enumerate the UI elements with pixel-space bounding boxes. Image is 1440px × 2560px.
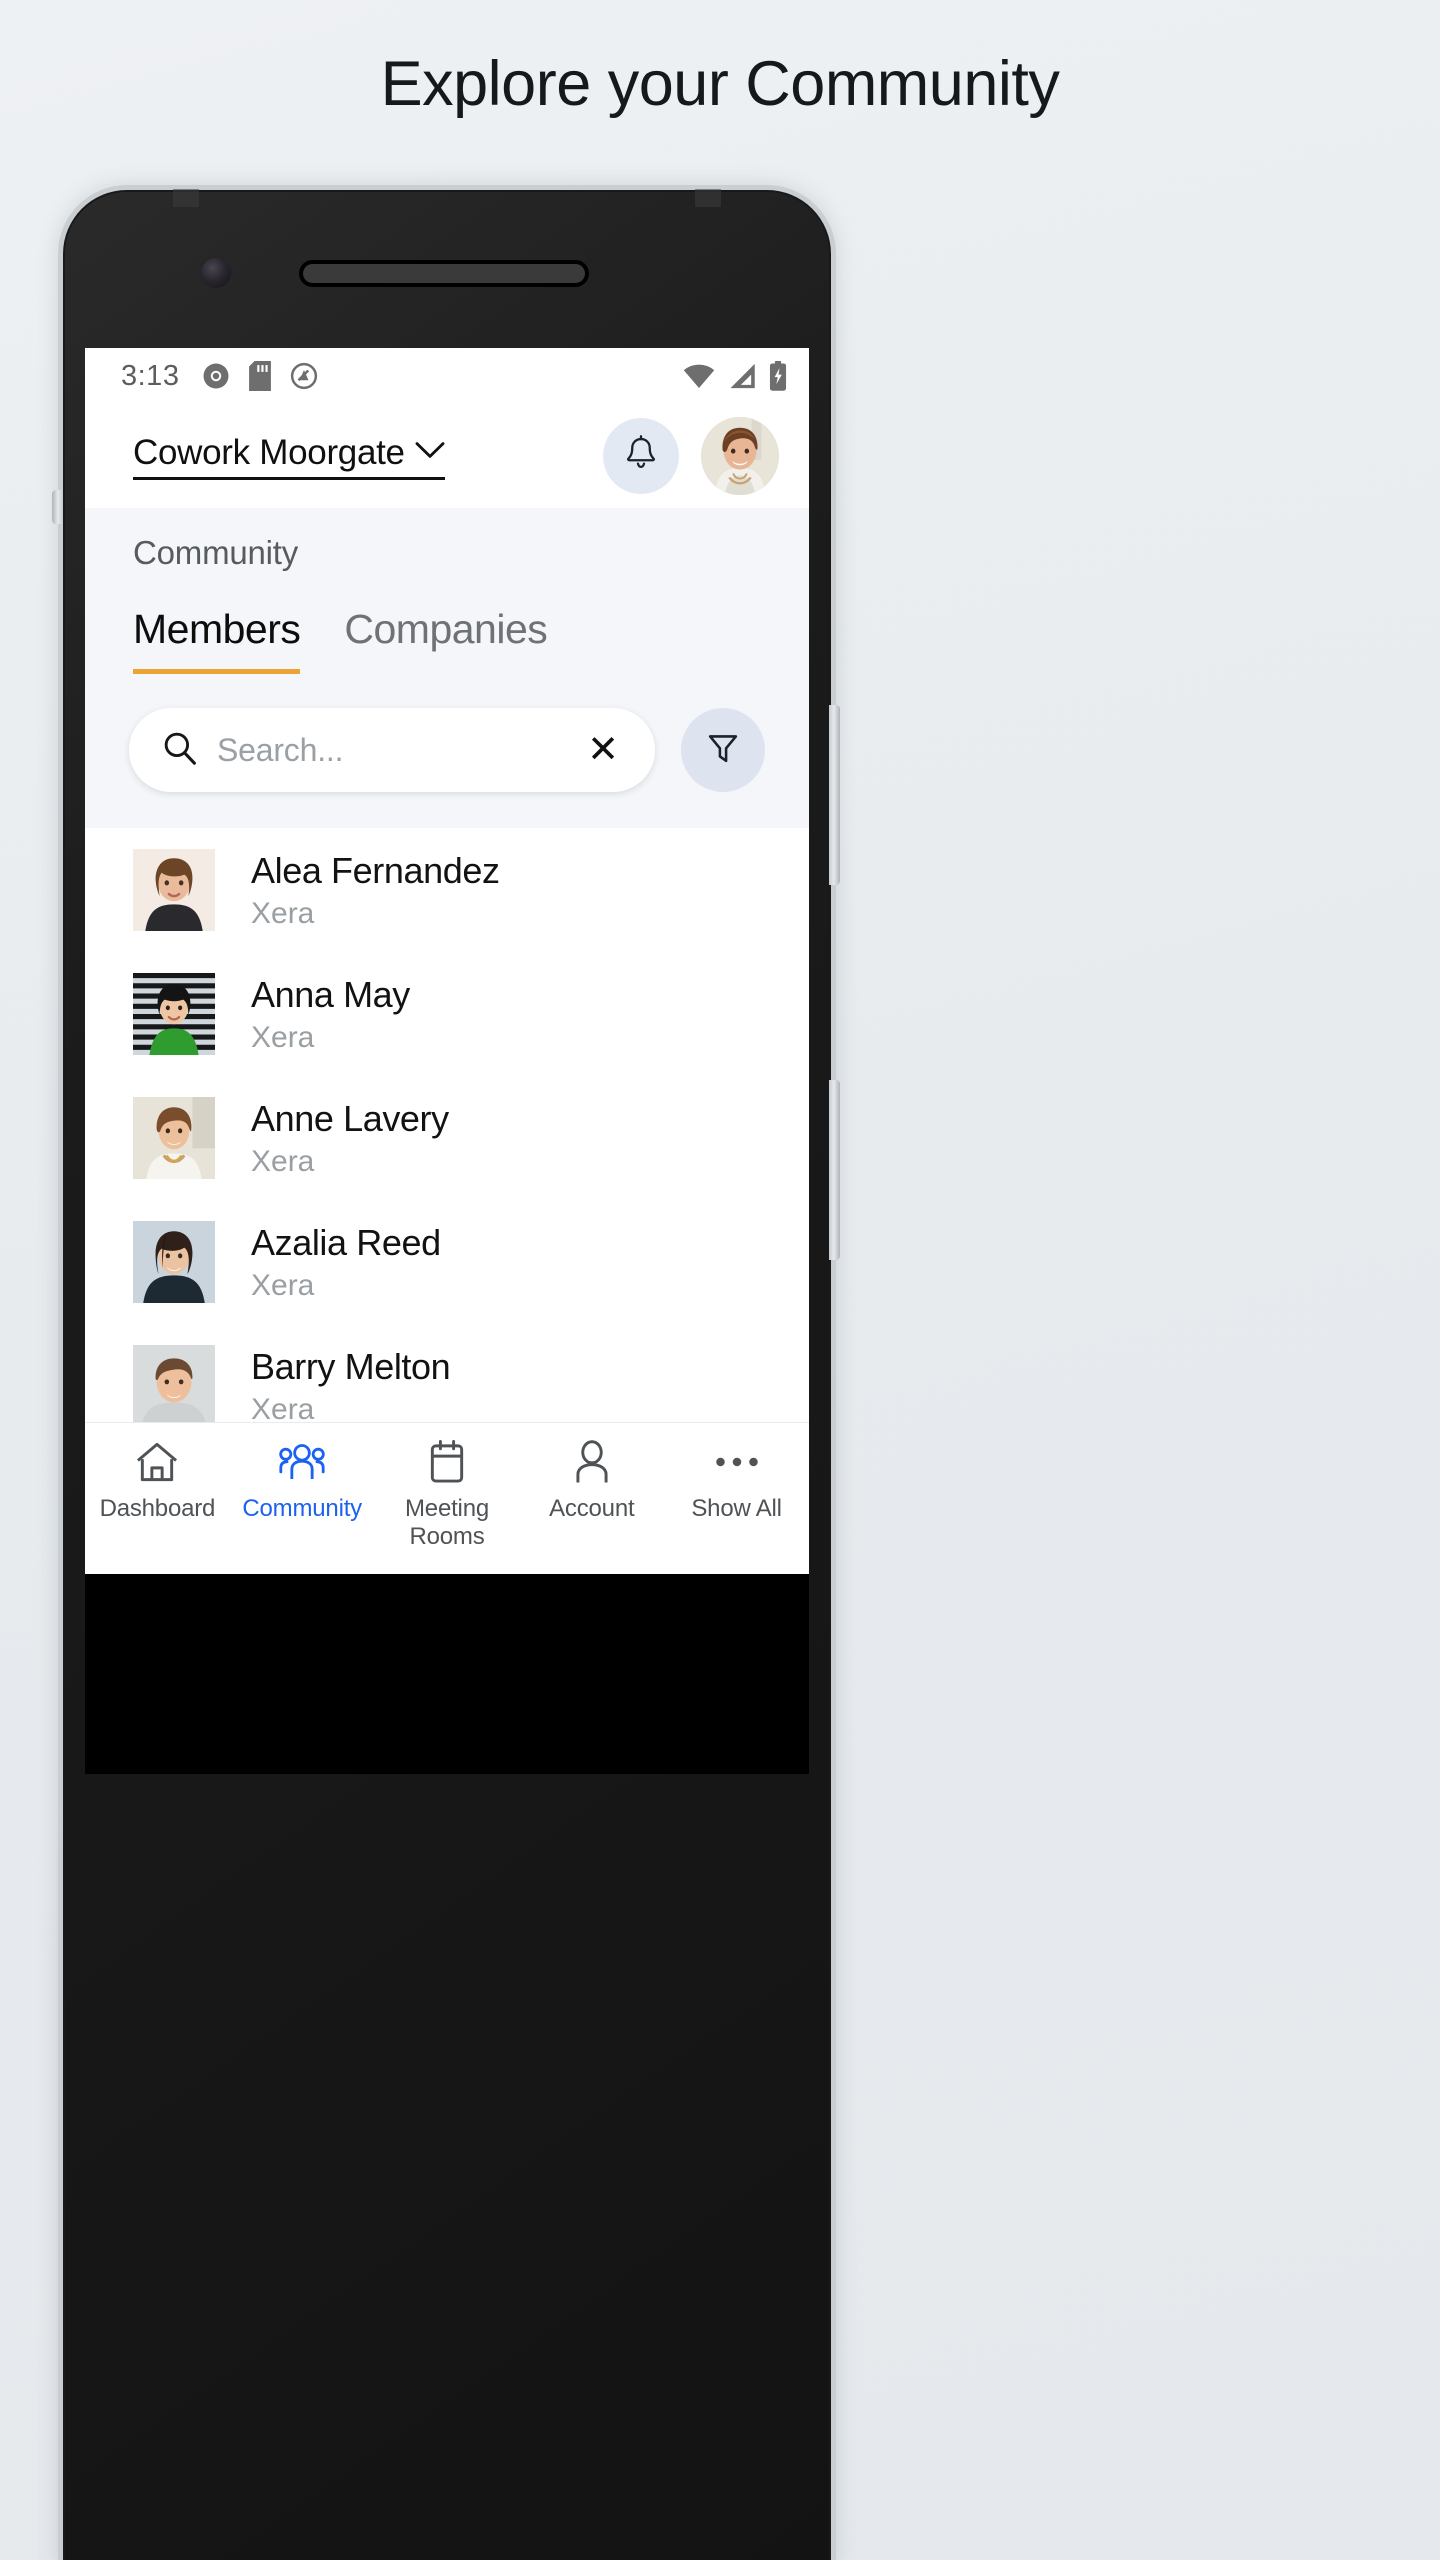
tab-companies[interactable]: Companies [344,606,547,674]
avatar-photo [701,417,779,495]
member-company: Xera [251,1021,315,1055]
ellipsis-icon [664,1439,809,1485]
filter-button[interactable] [681,708,765,792]
list-item[interactable]: Anne Lavery Xera [85,1076,809,1200]
member-name: Anne Lavery [251,1097,449,1139]
phone-bezel-notch-right [695,189,721,207]
phone-mockup: 3:13 Cowork Moorgate Community Members C… [52,189,1378,2560]
member-name: Barry Melton [251,1345,451,1387]
member-company: Xera [251,1145,315,1179]
home-icon [85,1439,230,1485]
phone-button-volume[interactable] [829,705,840,885]
cellular-signal-icon [728,363,756,389]
chevron-down-icon [415,441,445,465]
list-item[interactable]: Anna May Xera [85,952,809,1076]
site-selector[interactable]: Cowork Moorgate [133,433,445,480]
tab-bar: Members Companies [85,572,809,674]
member-photo [133,973,215,1055]
header-actions [603,417,779,495]
member-info: Azalia Reed Xera [251,1222,441,1302]
list-item[interactable]: Alea Fernandez Xera [85,828,809,952]
search-icon [163,731,197,770]
member-name: Alea Fernandez [251,849,500,891]
nav-label-dashboard: Dashboard [99,1495,216,1522]
wifi-icon [683,363,715,389]
member-list: Alea Fernandez Xera Anna May Xera Anne L… [85,828,809,1448]
bottom-navigation: Dashboard Community Meeting Rooms Accoun… [85,1422,809,1574]
sd-card-icon [249,361,272,391]
person-icon [519,1439,664,1485]
search-row: Search... ✕ [85,674,809,828]
filter-funnel-icon [705,730,741,771]
member-name: Azalia Reed [251,1221,441,1263]
member-info: Alea Fernandez Xera [251,850,500,930]
list-item[interactable]: Azalia Reed Xera [85,1200,809,1324]
phone-bezel-notch-left [173,189,199,207]
search-input[interactable]: Search... ✕ [129,708,655,792]
front-camera-icon [201,258,231,288]
status-notification-icons [201,361,319,391]
status-bar: 3:13 [85,348,809,404]
status-system-icons [683,361,787,391]
notifications-button[interactable] [603,418,679,494]
nav-item-show-all[interactable]: Show All [664,1439,809,1523]
page-title: Explore your Community [380,49,1060,119]
nav-item-community[interactable]: Community [230,1439,375,1523]
phone-button-power[interactable] [829,1080,840,1260]
nav-label-community: Community [242,1495,362,1522]
nav-label-account: Account [549,1495,635,1522]
member-photo [133,849,215,931]
people-group-icon [230,1439,375,1485]
calendar-icon [375,1439,520,1485]
status-clock: 3:13 [121,359,180,392]
phone-screen: 3:13 Cowork Moorgate Community Members C… [85,348,809,1574]
member-photo [133,1345,215,1427]
tab-members[interactable]: Members [133,606,301,674]
search-placeholder: Search... [217,731,344,768]
community-section-band: Community Members Companies Search... ✕ [85,508,809,828]
member-info: Barry Melton Xera [251,1345,451,1426]
earpiece-speaker [303,264,585,283]
camera-aperture-icon [201,361,231,391]
member-company: Xera [251,1269,315,1303]
nav-label-meeting-rooms: Meeting Rooms [405,1495,489,1551]
phone-button-left[interactable] [52,490,63,524]
avatar[interactable] [701,417,779,495]
app-header: Cowork Moorgate [85,404,809,508]
member-info: Anne Lavery Xera [251,1098,449,1178]
nav-item-account[interactable]: Account [519,1439,664,1523]
member-info: Anna May Xera [251,974,410,1054]
section-title: Community [133,534,299,571]
close-icon[interactable]: ✕ [581,731,625,769]
phone-bottom-chin [85,1574,809,1774]
do-not-disturb-icon [289,361,319,391]
nav-item-dashboard[interactable]: Dashboard [85,1439,230,1523]
member-photo [133,1221,215,1303]
bell-icon [624,434,658,478]
member-name: Anna May [251,973,410,1015]
nav-item-meeting-rooms[interactable]: Meeting Rooms [375,1439,520,1552]
site-name-label: Cowork Moorgate [133,432,405,472]
member-company: Xera [251,897,315,931]
battery-charging-icon [769,361,787,391]
member-photo [133,1097,215,1179]
nav-label-show-all: Show All [691,1495,782,1522]
